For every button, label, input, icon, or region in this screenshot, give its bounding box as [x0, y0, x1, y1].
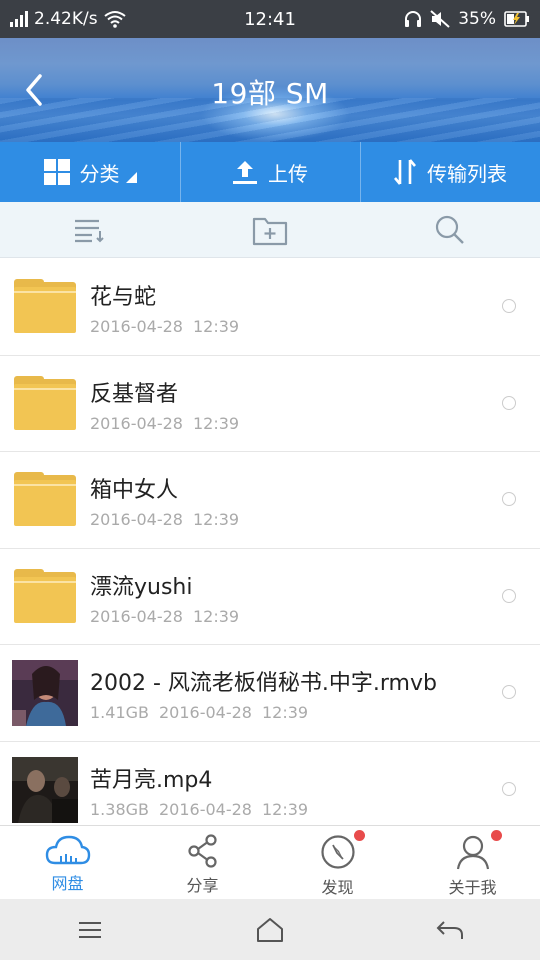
video-thumbnail	[12, 756, 78, 823]
nav-item-cloud-disk[interactable]: 网盘	[0, 826, 135, 899]
sort-icon	[75, 219, 104, 242]
search-button[interactable]	[360, 202, 540, 257]
file-time: 12:39	[192, 413, 240, 433]
upload-icon	[233, 161, 257, 184]
nav-label: 关于我	[448, 878, 497, 897]
tool-bar	[0, 202, 540, 258]
battery-percent: 35%	[458, 9, 496, 29]
menu-button[interactable]	[0, 899, 180, 960]
header-banner: 19部 SM	[0, 38, 540, 142]
dropdown-triangle-icon	[125, 171, 137, 183]
list-item[interactable]: 2002 - 风流老板俏秘书.中字.rmvb 1.41GB 2016-04-28 1…	[0, 645, 540, 742]
folder-icon	[14, 472, 76, 528]
upload-button[interactable]: 上传	[180, 142, 360, 202]
video-thumbnail	[12, 660, 78, 726]
select-radio[interactable]	[502, 395, 516, 410]
select-radio[interactable]	[502, 685, 516, 699]
file-name: 箱中女人	[90, 478, 179, 503]
notification-badge	[491, 830, 502, 841]
file-date: 2016-04-28	[90, 606, 183, 626]
cloud-icon	[45, 835, 90, 865]
file-name: 2002 - 风流老板俏秘书.中字.rmvb	[90, 671, 437, 696]
file-time: 12:39	[192, 317, 240, 336]
list-item[interactable]: 漂流yushi 2016-04-28 12:39	[0, 549, 540, 645]
transfer-list-button[interactable]: 传输列表	[360, 142, 540, 202]
file-date: 2016-04-28	[159, 703, 252, 722]
category-label: 分类	[79, 161, 120, 186]
file-time: 12:39	[192, 606, 240, 626]
category-button[interactable]: 分类	[0, 142, 180, 202]
select-radio[interactable]	[502, 492, 516, 506]
file-name: 花与蛇	[90, 285, 157, 310]
nav-item-about-me[interactable]: 关于我	[405, 826, 540, 899]
file-name: 反基督者	[90, 381, 179, 407]
menu-icon	[79, 921, 101, 938]
list-item[interactable]: 苦月亮.mp4 1.38GB 2016-04-28 12:39	[0, 742, 540, 826]
select-radio[interactable]	[502, 299, 516, 313]
transfer-list-label: 传输列表	[427, 161, 507, 186]
select-radio[interactable]	[502, 781, 516, 796]
file-meta: 2016-04-28 12:39	[90, 317, 239, 336]
back-arrow-icon	[436, 920, 463, 939]
page-title: 19部 SM	[211, 77, 329, 110]
bottom-nav: 网盘 分享 发现 关于我	[0, 825, 540, 899]
new-folder-icon	[252, 217, 288, 245]
folder-icon	[14, 568, 76, 625]
file-date: 2016-04-28	[90, 510, 183, 529]
file-name: 苦月亮.mp4	[90, 767, 213, 793]
select-radio[interactable]	[502, 588, 516, 603]
nav-label: 网盘	[51, 874, 84, 893]
file-meta: 2016-04-28 12:39	[90, 414, 239, 433]
file-size: 1.41GB	[90, 703, 149, 722]
file-size: 1.38GB	[90, 799, 149, 819]
battery-charging-icon	[504, 11, 529, 27]
share-icon	[187, 834, 217, 868]
nav-item-discover[interactable]: 发现	[270, 826, 405, 899]
file-date: 2016-04-28	[159, 799, 252, 819]
file-meta: 2016-04-28 12:39	[90, 510, 239, 529]
headphone-icon	[405, 11, 422, 27]
file-list: 花与蛇 2016-04-28 12:39 反基督者 2016-04-28 12:39…	[0, 259, 540, 825]
file-meta: 1.41GB 2016-04-28 12:39	[90, 703, 308, 722]
nav-label: 发现	[321, 878, 354, 897]
user-icon	[456, 835, 489, 870]
status-bar: 2.42K/s 12:41 35%	[0, 0, 540, 38]
action-bar: 分类 上传 传输列表	[0, 142, 540, 202]
list-item[interactable]: 花与蛇 2016-04-28 12:39	[0, 259, 540, 356]
new-folder-button[interactable]	[180, 202, 360, 257]
status-right: 35%	[404, 0, 530, 38]
home-icon	[257, 917, 283, 942]
system-nav-bar	[0, 899, 540, 960]
folder-icon	[14, 375, 76, 432]
file-date: 2016-04-28	[90, 317, 183, 336]
search-icon	[435, 215, 464, 244]
nav-item-share[interactable]: 分享	[135, 826, 270, 899]
file-meta: 1.38GB 2016-04-28 12:39	[90, 800, 308, 819]
transfer-arrows-icon	[394, 159, 416, 185]
file-date: 2016-04-28	[90, 413, 183, 433]
file-time: 12:39	[261, 703, 309, 722]
file-name: 漂流yushi	[90, 574, 193, 600]
notification-badge	[354, 830, 365, 841]
folder-icon	[14, 279, 76, 335]
mute-icon	[430, 10, 450, 28]
compass-icon	[320, 835, 355, 869]
list-item[interactable]: 箱中女人 2016-04-28 12:39	[0, 452, 540, 549]
file-time: 12:39	[261, 799, 309, 819]
file-meta: 2016-04-28 12:39	[90, 607, 239, 626]
grid-icon	[43, 159, 70, 185]
file-time: 12:39	[192, 510, 240, 529]
home-button[interactable]	[180, 899, 360, 960]
upload-label: 上传	[268, 161, 308, 186]
sort-button[interactable]	[0, 202, 180, 257]
nav-label: 分享	[186, 876, 219, 895]
back-button[interactable]	[360, 899, 540, 960]
list-item[interactable]: 反基督者 2016-04-28 12:39	[0, 356, 540, 452]
